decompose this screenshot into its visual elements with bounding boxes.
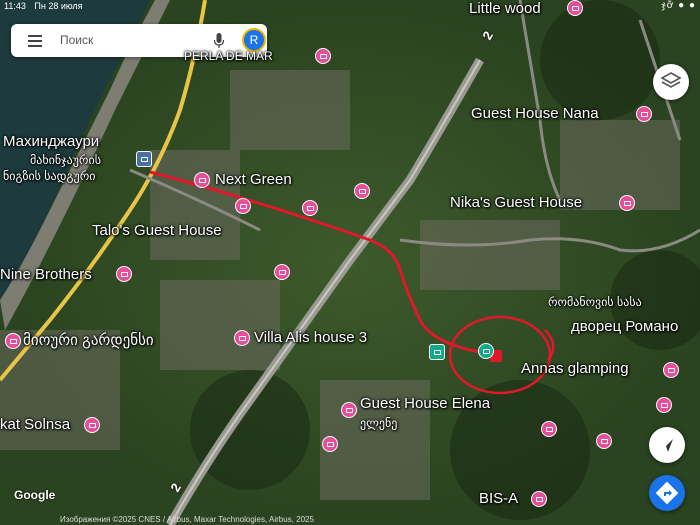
hotel-pin-icon[interactable] [116, 266, 132, 282]
place-romanov-ru[interactable]: дворец Романо [571, 318, 678, 335]
directions-button[interactable] [649, 475, 685, 511]
search-input[interactable]: Поиск [60, 33, 93, 47]
menu-icon[interactable] [28, 35, 42, 47]
place-station-ka: ნიგზის სადგური [3, 169, 96, 183]
layers-button[interactable] [653, 64, 689, 100]
hotel-pin-icon[interactable] [541, 421, 557, 437]
compass-button[interactable] [649, 427, 685, 463]
place-elena-ka: ელენე [360, 416, 398, 430]
hotel-pin-icon[interactable] [596, 433, 612, 449]
place-little-wood[interactable]: Little wood [469, 0, 541, 17]
place-kat-solnsa[interactable]: kat Solnsa [0, 416, 70, 433]
hotel-pin-icon[interactable] [567, 0, 583, 16]
status-date: Пн 28 июля [34, 1, 83, 11]
hotel-pin-icon[interactable] [315, 48, 331, 64]
hotel-pin-icon[interactable] [531, 491, 547, 507]
hotel-pin-icon[interactable] [194, 172, 210, 188]
hotel-pin-icon[interactable] [636, 106, 652, 122]
directions-icon [655, 481, 679, 505]
mic-icon[interactable] [214, 33, 224, 49]
hotel-pin-icon[interactable] [619, 195, 635, 211]
place-miouri-gardens[interactable]: მიოური გარდენსი [23, 331, 154, 349]
place-bis-a[interactable]: BIS-A [479, 490, 518, 507]
hotel-pin-icon[interactable] [663, 362, 679, 378]
status-time: 11:43 [4, 1, 26, 11]
place-makhinjauri-ka: მახინჯაურის [30, 153, 101, 167]
place-nine-brothers[interactable]: Nine Brothers [0, 266, 92, 283]
layers-icon [660, 72, 682, 88]
status-icons: ჯỡ ● ● [661, 0, 696, 11]
hotel-pin-icon[interactable] [302, 200, 318, 216]
hotel-pin-icon[interactable] [656, 397, 672, 413]
place-guest-house-nana[interactable]: Guest House Nana [471, 105, 599, 122]
place-villa-alis[interactable]: Villa Alis house 3 [254, 329, 367, 346]
status-bar: 11:43 Пн 28 июля [4, 1, 83, 11]
place-talos-guest-house[interactable]: Talo's Guest House [92, 222, 222, 239]
hotel-pin-icon[interactable] [341, 402, 357, 418]
place-guest-house-elena[interactable]: Guest House Elena [360, 395, 490, 412]
place-next-green[interactable]: Next Green [215, 171, 292, 188]
place-nikas-guest-house[interactable]: Nika's Guest House [450, 194, 582, 211]
lodging-pin-icon[interactable] [478, 343, 494, 359]
train-station-icon[interactable] [136, 151, 152, 167]
place-makhinjauri[interactable]: Махинджаури [3, 133, 99, 150]
place-romanov-ka[interactable]: რომანოვის სასა [548, 295, 642, 309]
map-attribution[interactable]: Изображения ©2025 CNES / Airbus, Maxar T… [60, 515, 314, 524]
hotel-pin-icon[interactable] [274, 264, 290, 280]
hotel-pin-icon[interactable] [354, 183, 370, 199]
place-annas-glamping[interactable]: Annas glamping [521, 360, 629, 377]
hotel-pin-icon[interactable] [235, 198, 251, 214]
hotel-pin-icon[interactable] [322, 436, 338, 452]
google-logo: Google [14, 488, 56, 502]
place-perla-de-mar[interactable]: PERLA DE MAR [184, 49, 273, 63]
compass-icon [661, 439, 673, 452]
hotel-pin-icon[interactable] [84, 417, 100, 433]
lodging-pin-icon[interactable] [429, 344, 445, 360]
hotel-pin-icon[interactable] [5, 333, 21, 349]
hotel-pin-icon[interactable] [234, 330, 250, 346]
satellite-map[interactable] [0, 0, 700, 525]
